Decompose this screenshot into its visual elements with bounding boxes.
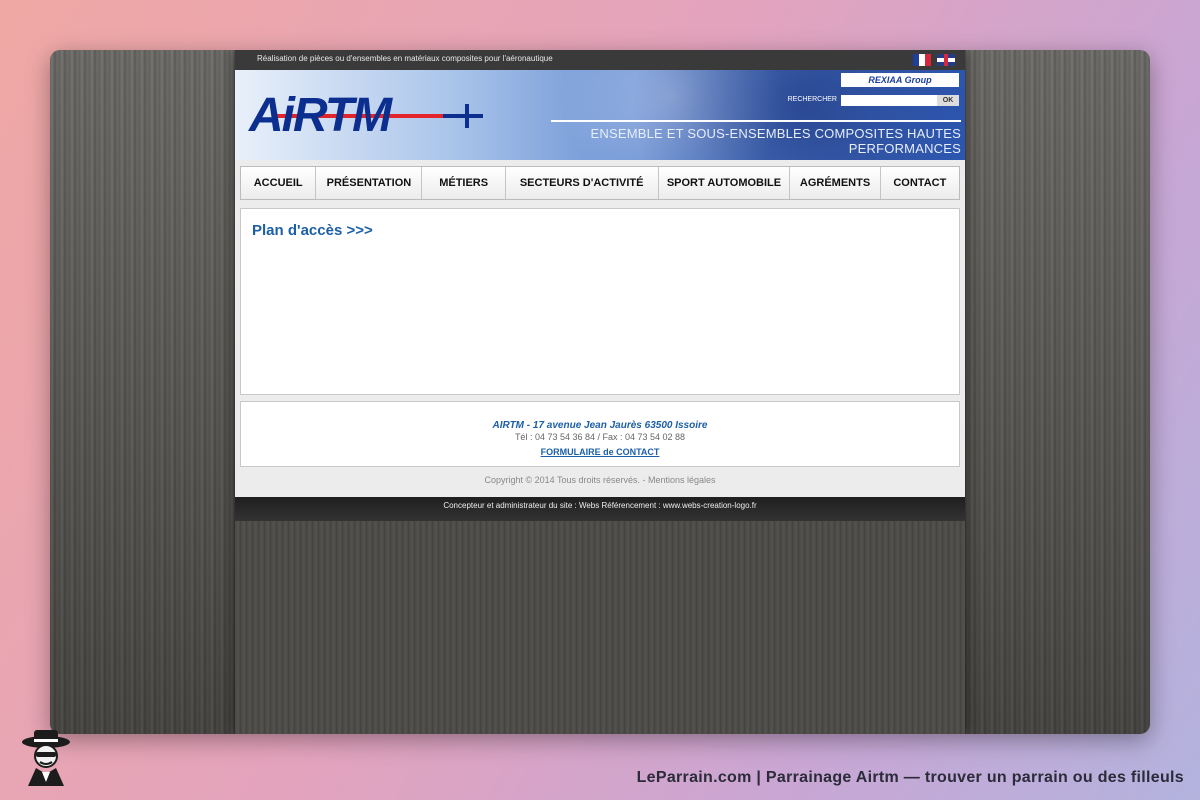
- search-input[interactable]: [841, 95, 937, 106]
- nav-item-sport-automobile[interactable]: SPORT AUTOMOBILE: [658, 167, 791, 199]
- french-flag-icon[interactable]: [913, 54, 931, 66]
- copyright-bar: Copyright © 2014 Tous droits réservés. -…: [235, 467, 965, 497]
- nav-item-presentation[interactable]: PRÉSENTATION: [316, 167, 423, 199]
- uk-flag-icon[interactable]: [937, 54, 955, 66]
- nav-item-accueil[interactable]: ACCUEIL: [241, 167, 317, 199]
- mascot-icon: [22, 730, 70, 786]
- group-badge[interactable]: REXIAA Group: [841, 73, 959, 87]
- contact-footer: AIRTM - 17 avenue Jean Jaurès 63500 Isso…: [240, 401, 960, 467]
- search-ok-button[interactable]: OK: [937, 95, 959, 106]
- brand-caption: LeParrain.com | Parrainage Airtm — trouv…: [636, 769, 1184, 786]
- company-address: AIRTM - 17 avenue Jean Jaurès 63500 Isso…: [492, 420, 708, 431]
- header-banner: AiRTM REXIAA Group RECHERCHER OK ENSEMBL…: [235, 70, 965, 160]
- language-switcher: [913, 54, 955, 66]
- content-area: Plan d'accès >>> AIRTM - 17 avenue Jean …: [235, 203, 965, 467]
- content-panel: Plan d'accès >>>: [240, 208, 960, 395]
- website-container: Réalisation de pièces ou d'ensembles en …: [235, 50, 965, 734]
- phone-fax: Tél : 04 73 54 36 84 / Fax : 04 73 54 02…: [514, 432, 686, 442]
- nav-item-contact[interactable]: CONTACT: [880, 167, 959, 199]
- nav-item-secteurs[interactable]: SECTEURS D'ACTIVITÉ: [505, 167, 659, 199]
- top-strip: Réalisation de pièces ou d'ensembles en …: [235, 50, 965, 70]
- main-menu: ACCUEIL PRÉSENTATION MÉTIERS SECTEURS D'…: [240, 166, 960, 200]
- screenshot-frame: Réalisation de pièces ou d'ensembles en …: [50, 50, 1150, 734]
- nav-item-metiers[interactable]: MÉTIERS: [422, 167, 506, 199]
- nav-item-agrements[interactable]: AGRÉMENTS: [790, 167, 881, 199]
- designer-credit[interactable]: Concepteur et administrateur du site : W…: [235, 497, 965, 521]
- plan-acces-link[interactable]: Plan d'accès >>>: [252, 222, 373, 239]
- contact-form-link[interactable]: FORMULAIRE de CONTACT: [541, 447, 660, 457]
- search-label: RECHERCHER: [787, 96, 837, 103]
- navigation-bar: ACCUEIL PRÉSENTATION MÉTIERS SECTEURS D'…: [235, 160, 965, 203]
- brand-bar: LeParrain.com | Parrainage Airtm — trouv…: [0, 728, 1200, 800]
- airplane-icon: [443, 104, 483, 128]
- airtm-logo[interactable]: AiRTM: [249, 92, 392, 140]
- banner-tagline: ENSEMBLE ET SOUS-ENSEMBLES COMPOSITES HA…: [551, 120, 961, 156]
- top-tagline: Réalisation de pièces ou d'ensembles en …: [257, 54, 553, 63]
